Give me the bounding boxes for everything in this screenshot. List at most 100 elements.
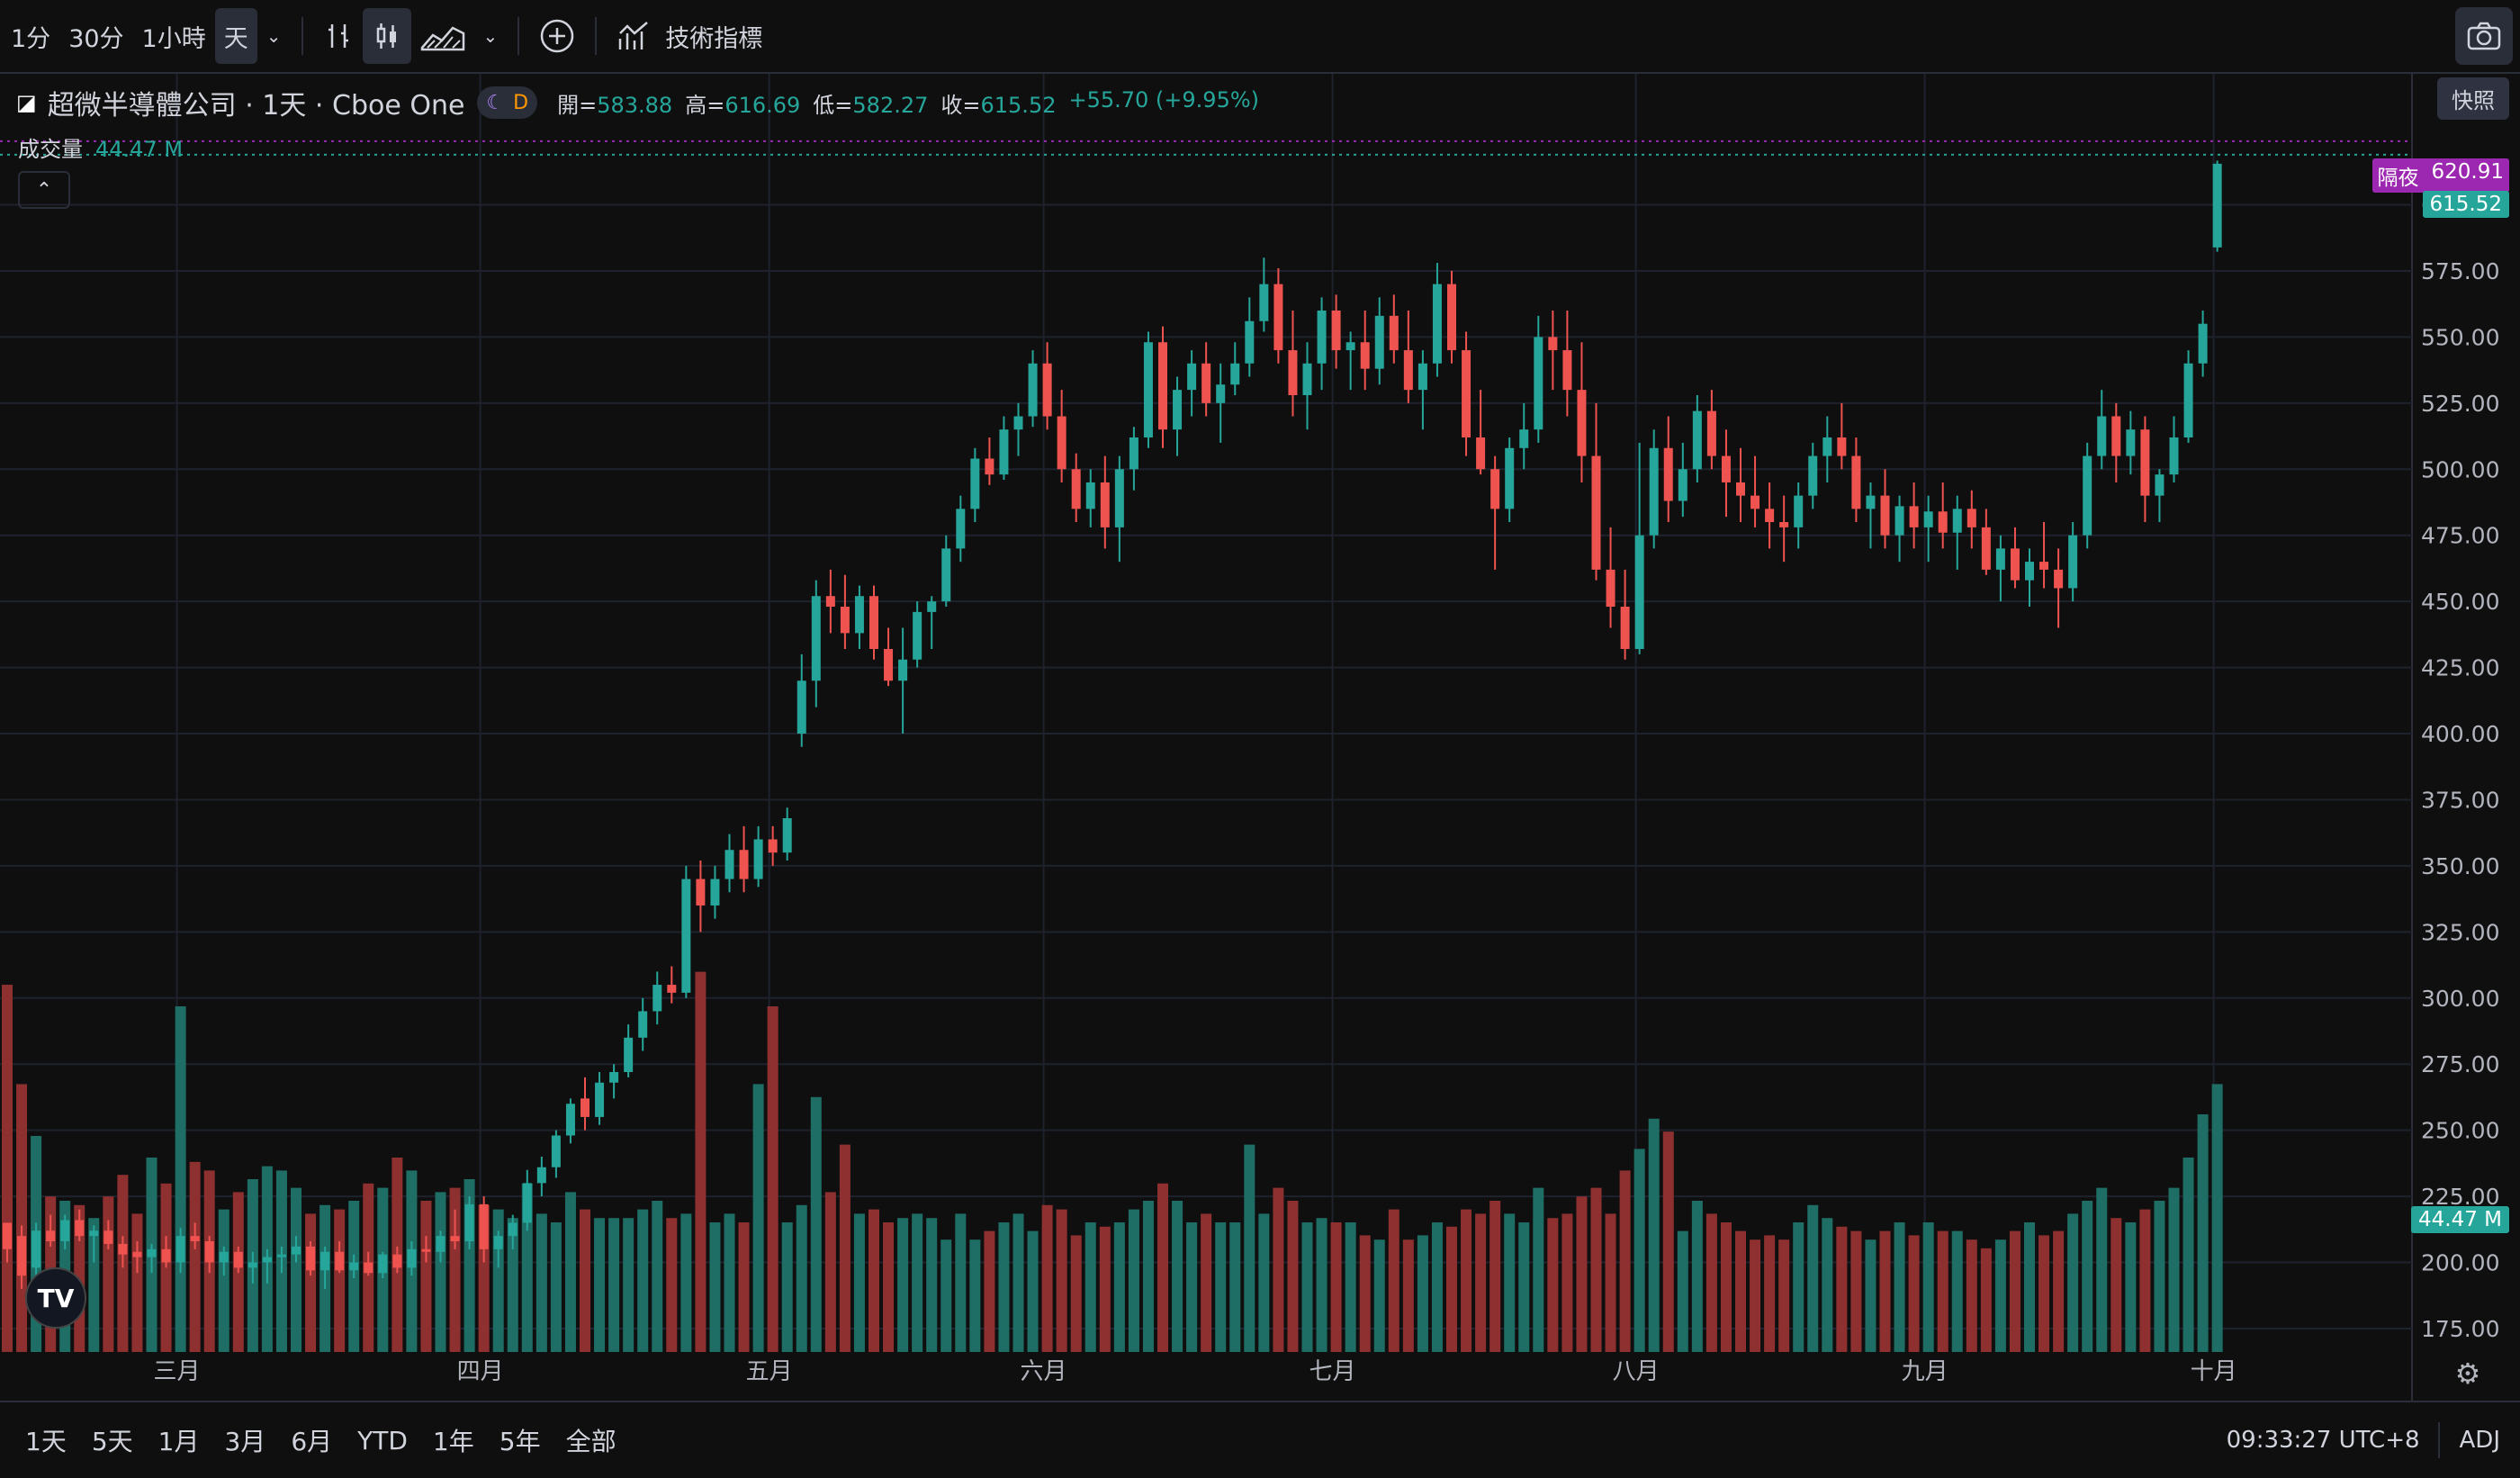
x-tick-label: 十月 [2191, 1358, 2237, 1385]
volume-bar [1634, 1149, 1645, 1352]
volume-bar [926, 1218, 938, 1352]
range-5d[interactable]: 5天 [79, 1422, 146, 1458]
snapshot-camera-icon[interactable] [2455, 7, 2513, 65]
range-5y[interactable]: 5年 [487, 1422, 554, 1458]
candle-body [378, 1254, 388, 1274]
overnight-label: 隔夜 [2377, 167, 2419, 190]
low-value: 582.27 [852, 92, 929, 118]
candle-body [1505, 447, 1515, 509]
volume-bar [868, 1209, 879, 1352]
candle-body [1274, 284, 1283, 351]
top-toolbar: 1分 30分 1小時 天 ⌄ ⌄ 技術指標 [0, 0, 2520, 74]
indicators-label: 技術指標 [665, 24, 763, 53]
candle-body [1562, 350, 1572, 391]
collapse-legend-chevron-up-icon[interactable]: ⌃ [18, 171, 70, 209]
interval-1h[interactable]: 1小時 [133, 8, 215, 64]
compare-add-icon[interactable] [530, 8, 584, 64]
volume-bar [796, 1204, 807, 1352]
range-6m[interactable]: 6月 [278, 1422, 345, 1458]
volume-bar [2082, 1201, 2093, 1352]
candle-body [985, 458, 994, 475]
area-chart-type-icon[interactable] [411, 8, 474, 64]
volume-bar [1735, 1230, 1746, 1352]
volume-bar [1778, 1239, 1790, 1352]
volume-bar [1850, 1230, 1862, 1352]
candle-body [1866, 495, 1876, 509]
y-tick-label: 525.00 [2421, 391, 2499, 417]
volume-bar [969, 1239, 981, 1352]
candlestick-chart-type-icon[interactable] [362, 8, 411, 64]
candle-body [1100, 482, 1110, 527]
range-1d[interactable]: 1天 [0, 1422, 79, 1458]
session-badge: D [513, 91, 529, 114]
toolbar-divider [595, 17, 598, 55]
volume-bar [1518, 1222, 1530, 1352]
volume-bar [2038, 1235, 2050, 1352]
session-pill[interactable]: ☾ D [477, 86, 538, 119]
bar-chart-type-icon[interactable] [314, 8, 363, 64]
volume-bar [2182, 1158, 2194, 1352]
volume-bar [1330, 1222, 1342, 1352]
candle-body [681, 879, 691, 993]
candle-body [2054, 569, 2064, 589]
candle-body [1374, 315, 1384, 369]
chart-type-dropdown-chevron-icon[interactable]: ⌄ [474, 8, 508, 64]
volume-bar [984, 1230, 995, 1352]
volume-bar [1894, 1222, 1905, 1352]
volume-bar [2197, 1114, 2209, 1352]
symbol-title[interactable]: 超微半導體公司 · 1天 · Cboe One [48, 83, 465, 122]
candle-body [869, 596, 878, 649]
volume-bar [1402, 1239, 1414, 1352]
range-all[interactable]: 全部 [554, 1422, 629, 1458]
candle-body [1462, 350, 1472, 437]
tradingview-logo[interactable]: TV [25, 1267, 86, 1329]
volume-bar [680, 1213, 692, 1352]
range-ytd[interactable]: YTD [345, 1426, 420, 1455]
candle-body [1288, 350, 1298, 395]
volume-bar [623, 1218, 634, 1352]
candle-body [479, 1203, 489, 1249]
candle-body [1721, 455, 1731, 482]
volume-bar [724, 1213, 735, 1352]
candle-body [2111, 416, 2121, 456]
volume-bar [1922, 1222, 1934, 1352]
range-1y[interactable]: 1年 [420, 1422, 487, 1458]
candle-body [508, 1222, 518, 1237]
volume-bar [709, 1222, 721, 1352]
low-label: 低= [813, 92, 853, 118]
candle-body [436, 1236, 446, 1252]
candle-body [248, 1262, 257, 1268]
close-label: 收= [940, 92, 981, 118]
adj-toggle[interactable]: ADJ [2440, 1427, 2520, 1454]
clock-timezone[interactable]: 09:33:27 UTC+8 [2227, 1427, 2438, 1454]
candle-body [1577, 390, 1587, 456]
volume-bar [883, 1222, 895, 1352]
candle-body [32, 1230, 41, 1268]
volume-bar [1070, 1235, 1082, 1352]
candle-body [1187, 363, 1197, 391]
candle-body [1071, 469, 1081, 509]
candle-body [1216, 384, 1226, 403]
volume-bar [940, 1239, 952, 1352]
volume-bar [1056, 1209, 1067, 1352]
interval-1m[interactable]: 1分 [0, 8, 59, 64]
volume-bar [1562, 1213, 1573, 1352]
candle-body [1432, 284, 1442, 364]
range-3m[interactable]: 3月 [212, 1422, 278, 1458]
volume-bar [1446, 1226, 1457, 1352]
volume-bar [2096, 1187, 2108, 1352]
interval-30m[interactable]: 30分 [59, 8, 132, 64]
volume-bar [2067, 1213, 2079, 1352]
candle-body [392, 1254, 402, 1268]
interval-1d[interactable]: 天 [214, 8, 257, 64]
candle-body [595, 1082, 605, 1117]
price-chart[interactable]: 175.00200.00225.00250.00275.00300.00325.… [0, 74, 2520, 1401]
volume-bar [580, 1209, 590, 1352]
indicators-button[interactable]: 技術指標 [608, 8, 771, 64]
y-tick-label: 550.00 [2421, 324, 2499, 350]
interval-dropdown-chevron-icon[interactable]: ⌄ [257, 8, 291, 64]
range-1m[interactable]: 1月 [146, 1422, 212, 1458]
candle-body [2212, 163, 2222, 248]
y-tick-label: 500.00 [2421, 456, 2499, 482]
candle-body [1938, 511, 1948, 533]
